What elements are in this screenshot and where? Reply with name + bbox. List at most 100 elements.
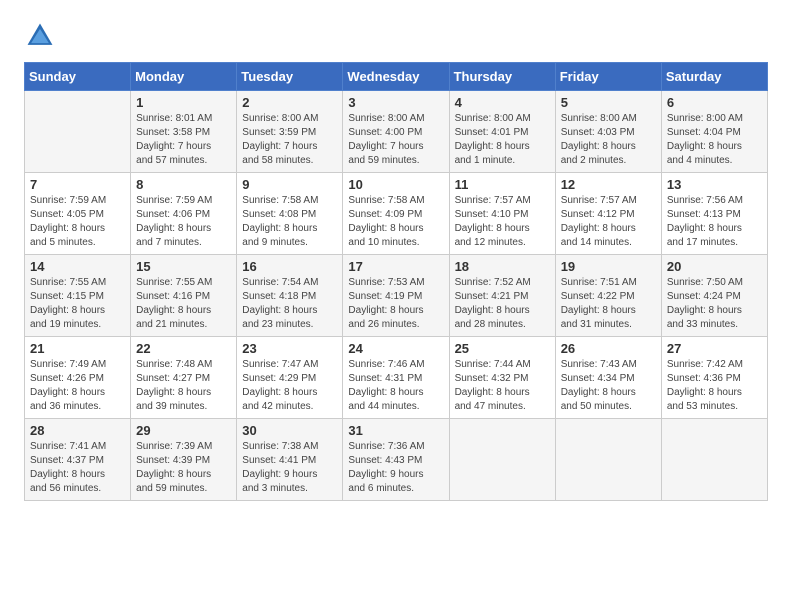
weekday-header-saturday: Saturday	[661, 63, 767, 91]
cell-content: Sunrise: 8:01 AMSunset: 3:58 PMDaylight:…	[136, 112, 231, 168]
calendar-table: SundayMondayTuesdayWednesdayThursdayFrid…	[24, 62, 768, 501]
day-number: 17	[348, 259, 443, 274]
day-number: 21	[30, 341, 125, 356]
cell-content: Sunrise: 7:53 AMSunset: 4:19 PMDaylight:…	[348, 276, 443, 332]
cell-content: Sunrise: 7:55 AMSunset: 4:15 PMDaylight:…	[30, 276, 125, 332]
calendar-cell: 11 Sunrise: 7:57 AMSunset: 4:10 PMDayligh…	[449, 173, 555, 255]
calendar-cell: 26 Sunrise: 7:43 AMSunset: 4:34 PMDayligh…	[555, 337, 661, 419]
day-number: 24	[348, 341, 443, 356]
calendar-cell: 2 Sunrise: 8:00 AMSunset: 3:59 PMDaylight…	[237, 91, 343, 173]
cell-content: Sunrise: 7:51 AMSunset: 4:22 PMDaylight:…	[561, 276, 656, 332]
cell-content: Sunrise: 7:49 AMSunset: 4:26 PMDaylight:…	[30, 358, 125, 414]
cell-content: Sunrise: 7:38 AMSunset: 4:41 PMDaylight:…	[242, 440, 337, 496]
weekday-header-wednesday: Wednesday	[343, 63, 449, 91]
page-header	[24, 20, 768, 52]
cell-content: Sunrise: 7:59 AMSunset: 4:05 PMDaylight:…	[30, 194, 125, 250]
calendar-cell: 10Sunrise: 7:58 AMSunset: 4:09 PMDayligh…	[343, 173, 449, 255]
day-number: 13	[667, 177, 762, 192]
calendar-cell	[25, 91, 131, 173]
calendar-cell: 9Sunrise: 7:58 AMSunset: 4:08 PMDaylight…	[237, 173, 343, 255]
calendar-cell: 31 Sunrise: 7:36 AMSunset: 4:43 PMDayligh…	[343, 419, 449, 501]
calendar-cell	[449, 419, 555, 501]
calendar-cell: 21 Sunrise: 7:49 AMSunset: 4:26 PMDayligh…	[25, 337, 131, 419]
calendar-week-row: 14Sunrise: 7:55 AMSunset: 4:15 PMDayligh…	[25, 255, 768, 337]
calendar-week-row: 21 Sunrise: 7:49 AMSunset: 4:26 PMDayligh…	[25, 337, 768, 419]
cell-content: Sunrise: 7:57 AMSunset: 4:12 PMDaylight:…	[561, 194, 656, 250]
cell-content: Sunrise: 7:56 AMSunset: 4:13 PMDaylight:…	[667, 194, 762, 250]
cell-content: Sunrise: 7:58 AMSunset: 4:08 PMDaylight:…	[242, 194, 337, 250]
day-number: 28	[30, 423, 125, 438]
day-number: 16	[242, 259, 337, 274]
calendar-cell: 25 Sunrise: 7:44 AMSunset: 4:32 PMDayligh…	[449, 337, 555, 419]
day-number: 4	[455, 95, 550, 110]
logo-icon	[24, 20, 56, 52]
calendar-cell: 17 Sunrise: 7:53 AMSunset: 4:19 PMDayligh…	[343, 255, 449, 337]
cell-content: Sunrise: 7:57 AMSunset: 4:10 PMDaylight:…	[455, 194, 550, 250]
day-number: 5	[561, 95, 656, 110]
calendar-cell: 6 Sunrise: 8:00 AMSunset: 4:04 PMDaylight…	[661, 91, 767, 173]
calendar-cell: 22 Sunrise: 7:48 AMSunset: 4:27 PMDayligh…	[131, 337, 237, 419]
cell-content: Sunrise: 7:44 AMSunset: 4:32 PMDaylight:…	[455, 358, 550, 414]
weekday-header-monday: Monday	[131, 63, 237, 91]
cell-content: Sunrise: 7:59 AMSunset: 4:06 PMDaylight:…	[136, 194, 231, 250]
day-number: 2	[242, 95, 337, 110]
calendar-cell: 18 Sunrise: 7:52 AMSunset: 4:21 PMDayligh…	[449, 255, 555, 337]
day-number: 3	[348, 95, 443, 110]
day-number: 22	[136, 341, 231, 356]
day-number: 18	[455, 259, 550, 274]
cell-content: Sunrise: 8:00 AMSunset: 4:03 PMDaylight:…	[561, 112, 656, 168]
cell-content: Sunrise: 7:46 AMSunset: 4:31 PMDaylight:…	[348, 358, 443, 414]
day-number: 30	[242, 423, 337, 438]
calendar-cell: 7Sunrise: 7:59 AMSunset: 4:05 PMDaylight…	[25, 173, 131, 255]
cell-content: Sunrise: 7:43 AMSunset: 4:34 PMDaylight:…	[561, 358, 656, 414]
calendar-cell: 8 Sunrise: 7:59 AMSunset: 4:06 PMDaylight…	[131, 173, 237, 255]
weekday-header-tuesday: Tuesday	[237, 63, 343, 91]
cell-content: Sunrise: 8:00 AMSunset: 4:01 PMDaylight:…	[455, 112, 550, 168]
day-number: 8	[136, 177, 231, 192]
cell-content: Sunrise: 7:41 AMSunset: 4:37 PMDaylight:…	[30, 440, 125, 496]
weekday-header-friday: Friday	[555, 63, 661, 91]
calendar-cell: 20 Sunrise: 7:50 AMSunset: 4:24 PMDayligh…	[661, 255, 767, 337]
day-number: 23	[242, 341, 337, 356]
day-number: 19	[561, 259, 656, 274]
day-number: 26	[561, 341, 656, 356]
day-number: 25	[455, 341, 550, 356]
cell-content: Sunrise: 7:42 AMSunset: 4:36 PMDaylight:…	[667, 358, 762, 414]
weekday-header-thursday: Thursday	[449, 63, 555, 91]
calendar-cell: 3Sunrise: 8:00 AMSunset: 4:00 PMDaylight…	[343, 91, 449, 173]
calendar-cell	[555, 419, 661, 501]
cell-content: Sunrise: 7:47 AMSunset: 4:29 PMDaylight:…	[242, 358, 337, 414]
calendar-cell: 13 Sunrise: 7:56 AMSunset: 4:13 PMDayligh…	[661, 173, 767, 255]
calendar-cell: 19 Sunrise: 7:51 AMSunset: 4:22 PMDayligh…	[555, 255, 661, 337]
calendar-week-row: 28 Sunrise: 7:41 AMSunset: 4:37 PMDayligh…	[25, 419, 768, 501]
cell-content: Sunrise: 7:55 AMSunset: 4:16 PMDaylight:…	[136, 276, 231, 332]
day-number: 6	[667, 95, 762, 110]
calendar-cell: 23 Sunrise: 7:47 AMSunset: 4:29 PMDayligh…	[237, 337, 343, 419]
calendar-cell: 24 Sunrise: 7:46 AMSunset: 4:31 PMDayligh…	[343, 337, 449, 419]
day-number: 27	[667, 341, 762, 356]
day-number: 31	[348, 423, 443, 438]
cell-content: Sunrise: 8:00 AMSunset: 4:04 PMDaylight:…	[667, 112, 762, 168]
calendar-cell	[661, 419, 767, 501]
cell-content: Sunrise: 7:50 AMSunset: 4:24 PMDaylight:…	[667, 276, 762, 332]
day-number: 20	[667, 259, 762, 274]
weekday-header-sunday: Sunday	[25, 63, 131, 91]
calendar-week-row: 7Sunrise: 7:59 AMSunset: 4:05 PMDaylight…	[25, 173, 768, 255]
calendar-cell: 30 Sunrise: 7:38 AMSunset: 4:41 PMDayligh…	[237, 419, 343, 501]
calendar-cell: 29Sunrise: 7:39 AMSunset: 4:39 PMDayligh…	[131, 419, 237, 501]
day-number: 15	[136, 259, 231, 274]
calendar-cell: 14Sunrise: 7:55 AMSunset: 4:15 PMDayligh…	[25, 255, 131, 337]
calendar-cell: 5 Sunrise: 8:00 AMSunset: 4:03 PMDaylight…	[555, 91, 661, 173]
calendar-cell: 27 Sunrise: 7:42 AMSunset: 4:36 PMDayligh…	[661, 337, 767, 419]
calendar-week-row: 1Sunrise: 8:01 AMSunset: 3:58 PMDaylight…	[25, 91, 768, 173]
cell-content: Sunrise: 7:36 AMSunset: 4:43 PMDaylight:…	[348, 440, 443, 496]
day-number: 29	[136, 423, 231, 438]
cell-content: Sunrise: 7:54 AMSunset: 4:18 PMDaylight:…	[242, 276, 337, 332]
cell-content: Sunrise: 7:52 AMSunset: 4:21 PMDaylight:…	[455, 276, 550, 332]
cell-content: Sunrise: 7:58 AMSunset: 4:09 PMDaylight:…	[348, 194, 443, 250]
cell-content: Sunrise: 8:00 AMSunset: 3:59 PMDaylight:…	[242, 112, 337, 168]
calendar-cell: 1Sunrise: 8:01 AMSunset: 3:58 PMDaylight…	[131, 91, 237, 173]
cell-content: Sunrise: 7:48 AMSunset: 4:27 PMDaylight:…	[136, 358, 231, 414]
day-number: 11	[455, 177, 550, 192]
day-number: 12	[561, 177, 656, 192]
